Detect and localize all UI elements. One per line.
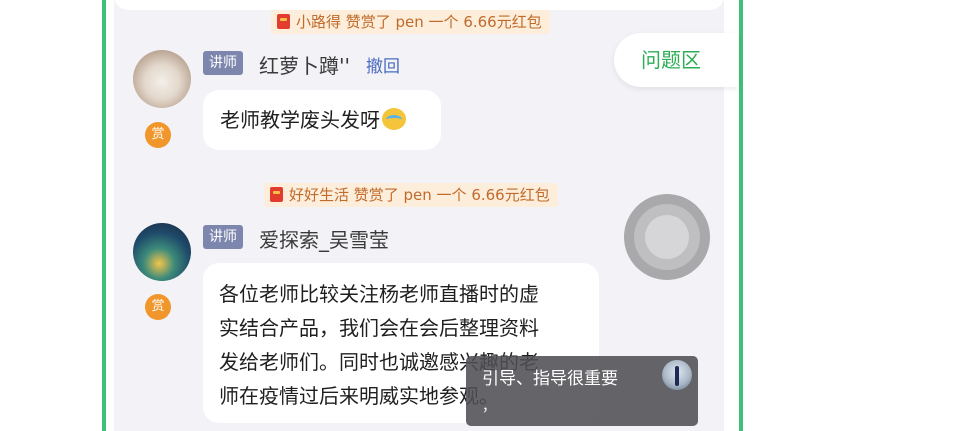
reward-badge[interactable]: 赏	[145, 122, 171, 148]
red-envelope-icon	[270, 187, 283, 202]
previous-message-card	[114, 0, 724, 10]
avatar-cat[interactable]	[133, 50, 191, 108]
speaker-avatar	[662, 360, 692, 390]
crying-laughing-emoji-icon	[382, 108, 406, 130]
gift-banner-text: 好好生活 赞赏了 pen 一个 6.66元红包	[289, 186, 550, 204]
gift-banner: 好好生活 赞赏了 pen 一个 6.66元红包	[264, 183, 558, 207]
avatar-painting[interactable]	[133, 223, 191, 281]
subtitle-comma: ，	[482, 399, 496, 415]
username: 爱探索_吴雪莹	[259, 228, 389, 252]
message-text: 老师教学废头发呀	[220, 108, 380, 132]
gift-banner: 小路得 赞赏了 pen 一个 6.66元红包	[271, 10, 550, 34]
role-badge: 讲师	[203, 51, 243, 75]
message-bubble[interactable]: 老师教学废头发呀	[203, 90, 441, 150]
floating-button-core	[645, 215, 689, 259]
reward-badge[interactable]: 赏	[145, 294, 171, 320]
message-line: 各位老师比较关注杨老师直播时的虚	[219, 282, 539, 306]
role-badge: 讲师	[203, 225, 243, 249]
red-envelope-icon	[277, 14, 290, 29]
username: 红萝卜蹲''	[259, 54, 350, 78]
floating-assistive-button[interactable]	[624, 194, 710, 280]
subtitle-overlay: 引导、指导很重要 ，	[466, 356, 698, 426]
message-line: 实结合产品，我们会在会后整理资料	[219, 316, 539, 340]
recall-link[interactable]: 撤回	[366, 52, 400, 77]
question-area-button[interactable]: 问题区	[614, 33, 738, 87]
subtitle-text: 引导、指导很重要	[482, 369, 618, 389]
gift-banner-text: 小路得 赞赏了 pen 一个 6.66元红包	[296, 13, 542, 31]
